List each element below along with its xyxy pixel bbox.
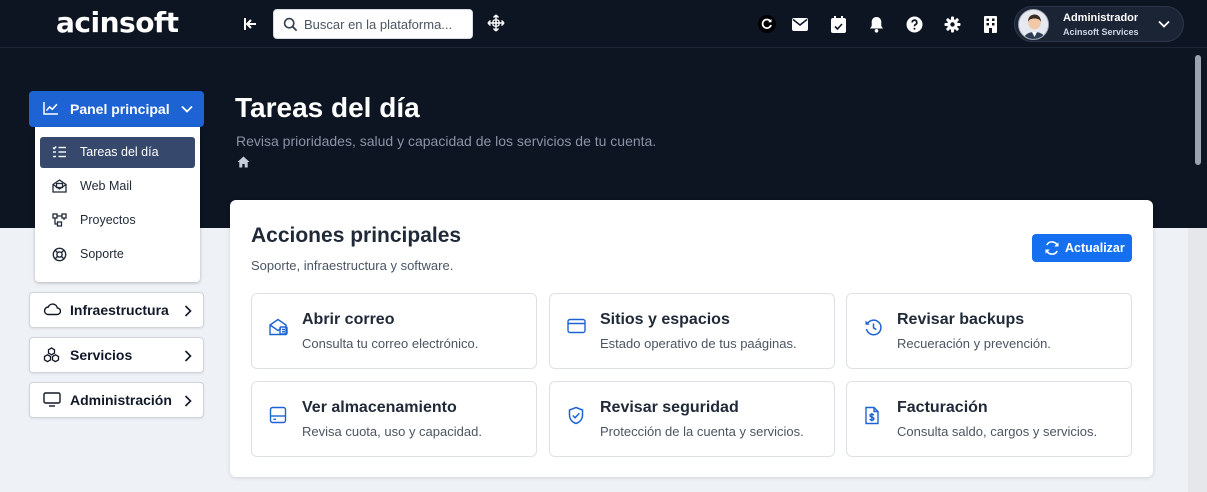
calendar-icon[interactable]: [828, 14, 848, 34]
user-menu[interactable]: Administrador Acinsoft Services: [1014, 6, 1184, 42]
action-description: Revisa cuota, uso y capacidad.: [302, 424, 482, 439]
sidebar-item-label: Infraestructura: [70, 302, 169, 318]
action-revisar-seguridad[interactable]: Revisar seguridad Protección de la cuent…: [549, 381, 835, 457]
action-facturacion[interactable]: Facturación Consulta saldo, cargos y ser…: [846, 381, 1132, 457]
scrollbar-track-lower[interactable]: [1188, 228, 1207, 492]
chevron-right-icon: [182, 304, 194, 318]
services-icon: [43, 347, 60, 363]
sidebar-item-label: Servicios: [70, 347, 133, 363]
sidebar-submenu: Tareas del día Web Mail Proyectos Soport…: [35, 127, 200, 282]
chevron-right-icon: [182, 349, 194, 363]
settings-icon[interactable]: [942, 14, 962, 34]
sidebar-item-panel-principal[interactable]: Panel principal: [29, 91, 204, 127]
action-abrir-correo[interactable]: Abrir correo Consulta tu correo electrón…: [251, 293, 537, 369]
move-icon[interactable]: [487, 14, 505, 32]
sidebar-item-administracion[interactable]: Administración: [29, 382, 204, 418]
building-icon[interactable]: [980, 14, 1000, 34]
submenu-item-label: Tareas del día: [80, 145, 159, 159]
submenu-item-label: Proyectos: [80, 213, 136, 227]
shield-icon: [567, 406, 585, 425]
page-title: Tareas del día: [235, 92, 420, 123]
action-description: Recueración y prevención.: [897, 336, 1051, 351]
help-icon[interactable]: [904, 14, 924, 34]
mail-icon: [269, 318, 289, 336]
actions-card: Acciones principales Soporte, infraestru…: [230, 200, 1153, 477]
action-description: Protección de la cuenta y servicios.: [600, 424, 804, 439]
page-subtitle: Revisa prioridades, salud y capacidad de…: [236, 133, 657, 149]
action-title: Revisar backups: [897, 311, 1025, 328]
card-title: Acciones principales: [251, 224, 462, 247]
action-description: Consulta saldo, cargos y servicios.: [897, 424, 1098, 439]
refresh-icon[interactable]: [757, 14, 777, 34]
action-description: Consulta tu correo electrónico.: [302, 336, 479, 351]
top-bar: acinsoft Buscar en la plataforma... Admi…: [0, 0, 1207, 48]
refresh-icon: [1044, 240, 1060, 256]
brand-logo[interactable]: acinsoft: [56, 6, 179, 39]
chevron-down-icon: [1157, 17, 1171, 31]
tasks-icon: [52, 145, 67, 159]
search-icon: [283, 17, 298, 32]
collapse-sidebar-icon[interactable]: [240, 14, 260, 34]
action-title: Facturación: [897, 399, 988, 416]
action-ver-almacenamiento[interactable]: Ver almacenamiento Revisa cuota, uso y c…: [251, 381, 537, 457]
sidebar-item-servicios[interactable]: Servicios: [29, 337, 204, 373]
search-box[interactable]: [273, 9, 473, 39]
chevron-right-icon: [182, 394, 194, 408]
chevron-down-icon: [180, 102, 194, 116]
sidebar-item-label: Administración: [70, 392, 172, 408]
search-input[interactable]: [304, 14, 466, 34]
submenu-item-proyectos[interactable]: Proyectos: [40, 205, 195, 236]
submenu-item-soporte[interactable]: Soporte: [40, 239, 195, 270]
mail-open-icon: [52, 179, 67, 193]
action-revisar-backups[interactable]: Revisar backups Recueración y prevención…: [846, 293, 1132, 369]
sidebar-item-label: Panel principal: [70, 101, 170, 117]
submenu-item-label: Web Mail: [80, 179, 132, 193]
mail-icon[interactable]: [790, 14, 810, 34]
card-subtitle: Soporte, infraestructura y software.: [251, 258, 454, 273]
action-title: Sitios y espacios: [600, 311, 730, 328]
action-title: Revisar seguridad: [600, 399, 739, 416]
refresh-button[interactable]: Actualizar: [1032, 234, 1132, 262]
chart-line-icon: [43, 101, 59, 115]
bell-icon[interactable]: [866, 14, 886, 34]
user-organization: Acinsoft Services: [1063, 27, 1139, 37]
submenu-item-webmail[interactable]: Web Mail: [40, 171, 195, 202]
action-title: Abrir correo: [302, 311, 395, 328]
scrollbar-thumb[interactable]: [1195, 55, 1201, 165]
action-description: Estado operativo de tus paáginas.: [600, 336, 797, 351]
projects-icon: [52, 213, 67, 227]
home-icon[interactable]: [237, 156, 250, 168]
monitor-icon: [43, 392, 61, 407]
sidebar-item-infraestructura[interactable]: Infraestructura: [29, 292, 204, 328]
history-icon: [864, 318, 883, 337]
cloud-icon: [43, 302, 61, 317]
support-icon: [52, 247, 67, 262]
submenu-item-label: Soporte: [80, 247, 124, 261]
action-sitios-espacios[interactable]: Sitios y espacios Estado operativo de tu…: [549, 293, 835, 369]
user-name: Administrador: [1063, 12, 1139, 24]
refresh-button-label: Actualizar: [1065, 241, 1125, 255]
browser-icon: [567, 318, 586, 334]
storage-icon: [269, 406, 287, 424]
invoice-icon: [864, 406, 880, 425]
submenu-item-tareas[interactable]: Tareas del día: [40, 137, 195, 168]
action-title: Ver almacenamiento: [302, 399, 457, 416]
avatar: [1018, 9, 1049, 40]
